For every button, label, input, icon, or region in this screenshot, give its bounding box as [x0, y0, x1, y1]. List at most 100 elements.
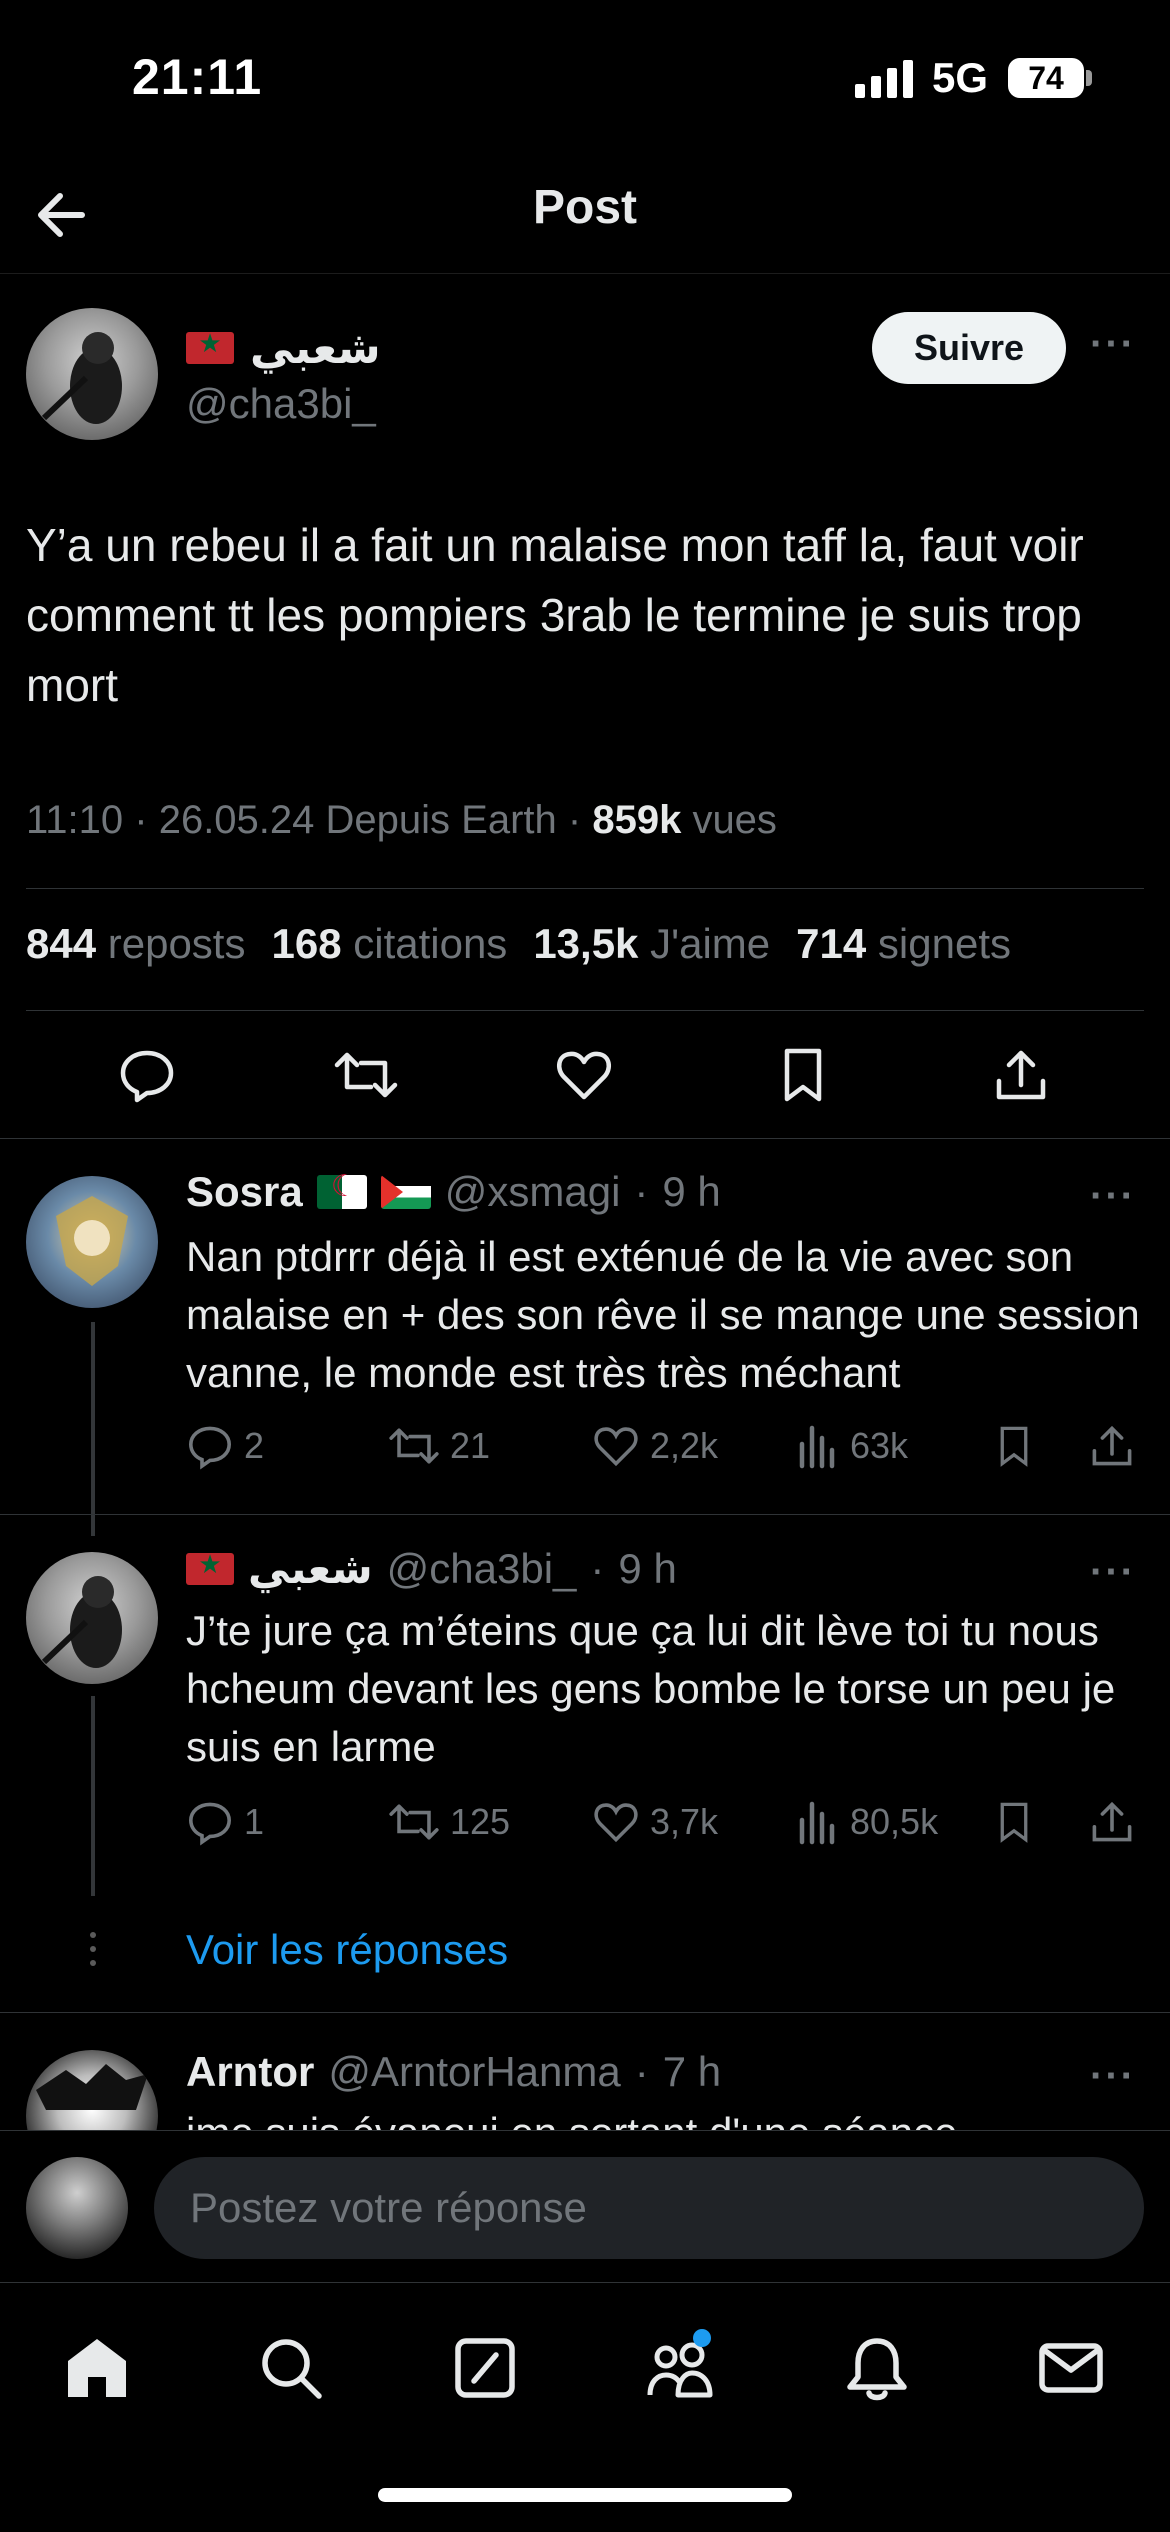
- reply-author-handle[interactable]: @cha3bi_: [387, 1545, 577, 1593]
- heart-icon: [556, 1051, 612, 1100]
- tab-notifications[interactable]: [832, 2323, 922, 2413]
- stat-likes[interactable]: 13,5k J'aime: [533, 920, 770, 968]
- page-title: Post: [532, 181, 637, 234]
- algeria-flag-icon: [316, 1169, 367, 1209]
- reply-reply-button[interactable]: 2: [186, 1422, 388, 1470]
- reply-reply-button[interactable]: 1: [186, 1798, 388, 1846]
- reply-bookmark-button[interactable]: [992, 1422, 1088, 1470]
- reply-author-handle[interactable]: @xsmagi: [445, 1168, 621, 1216]
- author-avatar[interactable]: [26, 308, 158, 440]
- signal-icon: [855, 60, 913, 98]
- like-button[interactable]: [549, 1040, 619, 1110]
- views-count: 80,5k: [850, 1801, 939, 1842]
- dot-separator: ·: [634, 1168, 649, 1215]
- reply-author-name[interactable]: شعبي: [248, 1544, 373, 1593]
- reply-button[interactable]: [112, 1040, 182, 1110]
- reply-icon: [120, 1050, 174, 1103]
- reply-more-icon[interactable]: ···: [1090, 2054, 1136, 2099]
- thread-line: [91, 1322, 95, 1536]
- reply-text: Nan ptdrrr déjà il est exténué de la vie…: [186, 1233, 1140, 1396]
- heart-icon: [594, 1803, 638, 1843]
- reply-like-button[interactable]: 2,2k: [592, 1422, 796, 1470]
- views-label: vues: [692, 798, 777, 842]
- reply-action-bar: 1 125 3,7k 80,5k: [186, 1792, 1136, 1852]
- user-avatar[interactable]: [26, 2157, 128, 2259]
- reply-header: Sosra @xsmagi · 9 h: [186, 1168, 721, 1216]
- reply-views-button[interactable]: 80,5k: [796, 1798, 992, 1846]
- reply-more-icon[interactable]: ···: [1090, 1174, 1136, 1219]
- divider: [26, 1010, 1144, 1011]
- reply-share-button[interactable]: [1088, 1798, 1136, 1846]
- stat-reposts[interactable]: 844 reposts: [26, 920, 245, 968]
- reply-bookmark-button[interactable]: [992, 1798, 1088, 1846]
- thread-line: [91, 1696, 95, 1896]
- dot-separator: ·: [634, 2048, 649, 2095]
- palestine-flag-icon: [380, 1175, 431, 1209]
- network-label: 5G: [932, 54, 989, 101]
- post-text: Y’a un rebeu il a fait un malaise mon ta…: [26, 519, 1084, 711]
- tab-search[interactable]: [246, 2323, 336, 2413]
- more-options-icon[interactable]: ···: [1090, 322, 1136, 367]
- avatar-image: [56, 1196, 128, 1286]
- home-indicator[interactable]: [378, 2488, 792, 2502]
- repost-button[interactable]: [331, 1040, 401, 1110]
- tab-messages[interactable]: [1026, 2323, 1116, 2413]
- reply-author-name[interactable]: Sosra: [186, 1168, 303, 1216]
- reply-header: Arntor @ArntorHanma · 7 h: [186, 2048, 721, 2096]
- reply-more-icon[interactable]: ···: [1090, 1550, 1136, 1595]
- reply-avatar[interactable]: [26, 1176, 158, 1308]
- top-nav: Post: [0, 150, 1170, 274]
- tab-home[interactable]: [52, 2323, 142, 2413]
- reply-views-button[interactable]: 63k: [796, 1422, 992, 1470]
- share-button[interactable]: [986, 1040, 1056, 1110]
- repost-icon: [389, 1428, 439, 1464]
- repost-count: 125: [450, 1801, 511, 1842]
- reply-icon: [188, 1802, 232, 1846]
- reply-text: J’te jure ça m’éteins que ça lui dit lèv…: [186, 1607, 1116, 1770]
- notification-dot: [693, 2329, 711, 2347]
- bell-icon: [847, 2338, 907, 2401]
- tab-grok[interactable]: [440, 2323, 530, 2413]
- reply-avatar[interactable]: [26, 1552, 158, 1684]
- stat-bookmarks[interactable]: 714 signets: [796, 920, 1011, 968]
- divider: [26, 888, 1144, 889]
- stat-citations[interactable]: 168 citations: [271, 920, 507, 968]
- reply-icon: [188, 1426, 232, 1470]
- reply-avatar[interactable]: [26, 2050, 158, 2130]
- heart-icon: [594, 1427, 638, 1467]
- home-icon: [68, 2339, 126, 2397]
- reply-count: 1: [244, 1801, 265, 1842]
- thread-ellipsis-icon: [85, 1932, 101, 1966]
- reply-input[interactable]: Postez votre réponse: [154, 2157, 1144, 2259]
- post-meta: 11:10 · 26.05.24 Depuis Earth · 859k vue…: [26, 798, 777, 843]
- battery-cap: [1086, 70, 1092, 86]
- dot-separator: ·: [590, 1544, 605, 1592]
- like-count: 2,2k: [650, 1425, 719, 1466]
- author-handle[interactable]: @cha3bi_: [186, 380, 376, 428]
- morocco-flag-icon: [186, 1549, 234, 1585]
- views-count: 63k: [850, 1425, 909, 1466]
- bookmark-button[interactable]: [768, 1040, 838, 1110]
- reply-action-bar: 2 21 2,2k 63k: [186, 1416, 1136, 1476]
- share-icon: [1092, 1425, 1132, 1466]
- follow-button[interactable]: Suivre: [872, 312, 1066, 384]
- avatar-image: [36, 2064, 148, 2110]
- author-name-row[interactable]: شعبي: [186, 320, 381, 376]
- engagement-stats: 844 reposts 168 citations 13,5k J'aime 7…: [26, 920, 1011, 968]
- reply-author-handle[interactable]: @ArntorHanma: [328, 2048, 620, 2096]
- avatar-image: [41, 332, 122, 424]
- bookmark-icon: [1000, 1802, 1028, 1843]
- show-replies-link[interactable]: Voir les réponses: [186, 1926, 508, 1974]
- post-action-bar: [26, 1020, 1144, 1130]
- tab-communities[interactable]: [636, 2323, 726, 2413]
- reply-repost-button[interactable]: 21: [388, 1422, 592, 1470]
- grok-icon: [455, 2338, 515, 2398]
- reply-repost-button[interactable]: 125: [388, 1798, 592, 1846]
- reply-author-name[interactable]: Arntor: [186, 2048, 314, 2096]
- reply-share-button[interactable]: [1088, 1422, 1136, 1470]
- repost-icon: [389, 1804, 439, 1840]
- reply-partial: Arntor @ArntorHanma · 7 h ··· jme suis é…: [0, 2012, 1170, 2130]
- avatar-image: [41, 1576, 122, 1668]
- reply-like-button[interactable]: 3,7k: [592, 1798, 796, 1846]
- search-icon: [262, 2339, 322, 2399]
